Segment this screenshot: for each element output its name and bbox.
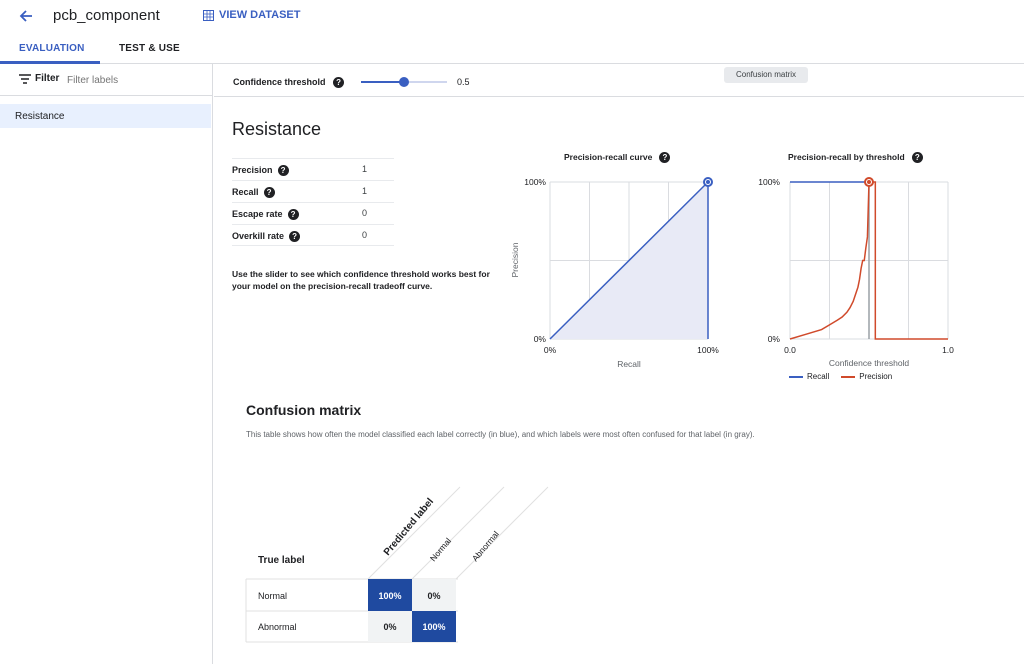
metric-row: Overkill rate ? 0 <box>232 224 394 246</box>
legend-item-precision: Precision <box>841 372 892 381</box>
pr-curve-chart: 100% 0% 0% 100% Recall Precision <box>510 177 719 369</box>
true-label-header: True label <box>258 555 305 566</box>
pr-threshold-title: Precision-recall by threshold ? <box>788 152 923 164</box>
matrix-cell-value: 100% <box>422 622 445 632</box>
help-icon[interactable]: ? <box>333 77 345 89</box>
tab-bar: EVALUATION TEST & USE <box>0 34 1024 64</box>
chart-legend: Recall Precision <box>789 372 892 381</box>
row-label-normal: Normal <box>258 591 287 601</box>
matrix-cell-value: 0% <box>383 622 396 632</box>
help-icon[interactable]: ? <box>911 152 923 164</box>
confusion-matrix: Predicted label Normal Abnormal True lab… <box>245 486 549 643</box>
confusion-matrix-description: This table shows how often the model cla… <box>246 430 755 439</box>
page-title: pcb_component <box>53 7 160 24</box>
help-icon[interactable]: ? <box>263 187 275 199</box>
threshold-slider-fill <box>361 81 404 83</box>
section-title: Resistance <box>232 119 322 139</box>
help-icon[interactable]: ? <box>287 209 299 221</box>
x-tick-left: 0% <box>544 345 557 355</box>
grid-icon <box>203 9 214 21</box>
column-header-abnormal: Abnormal <box>470 529 501 563</box>
filter-icon[interactable] <box>19 74 31 84</box>
row-label-abnormal: Abnormal <box>258 622 297 632</box>
pr-threshold-title-text: Precision-recall by threshold <box>788 152 905 162</box>
x-tick-right: 100% <box>697 345 719 355</box>
predicted-label-header: Predicted label <box>382 496 436 558</box>
legend-item-recall: Recall <box>789 372 829 381</box>
view-dataset-label: VIEW DATASET <box>219 9 301 21</box>
threshold-slider-thumb[interactable] <box>399 77 409 87</box>
metric-row: Recall ? 1 <box>232 180 394 202</box>
y-tick-top: 100% <box>758 177 780 187</box>
sidebar-item-resistance[interactable]: Resistance <box>0 104 211 128</box>
threshold-label-text: Confidence threshold <box>233 77 326 87</box>
tooltip: Confusion matrix <box>724 67 808 83</box>
tab-test-and-use[interactable]: TEST & USE <box>119 43 180 54</box>
label-sidebar: Filter Resistance <box>0 64 213 664</box>
back-arrow-icon[interactable] <box>16 6 36 26</box>
help-icon[interactable]: ? <box>289 231 301 243</box>
y-tick-bottom: 0% <box>768 334 781 344</box>
threshold-value: 0.5 <box>457 77 470 87</box>
confusion-matrix-card: Confusion matrix This table shows how of… <box>232 386 1024 664</box>
metric-label: Recall <box>232 187 259 197</box>
pr-curve-title-text: Precision-recall curve <box>564 152 653 162</box>
metric-value: 0 <box>362 208 368 218</box>
top-bar: pcb_component VIEW DATASET <box>0 0 1024 34</box>
confusion-matrix-title: Confusion matrix <box>246 402 362 418</box>
threshold-hint: Use the slider to see which confidence t… <box>232 269 490 291</box>
pr-curve-title: Precision-recall curve ? <box>564 152 671 164</box>
help-icon[interactable]: ? <box>659 152 671 164</box>
x-axis-label: Recall <box>617 359 641 369</box>
metric-label: Overkill rate <box>232 231 285 241</box>
view-dataset-link[interactable]: VIEW DATASET <box>203 9 300 21</box>
column-header-normal: Normal <box>428 536 453 563</box>
matrix-cell-value: 0% <box>427 591 440 601</box>
threshold-chart-marker-dot <box>867 180 871 184</box>
x-tick-left: 0.0 <box>784 345 796 355</box>
filter-labels-input[interactable] <box>67 71 197 89</box>
pr-threshold-chart: 100% 0% 0.0 1.0 Confidence threshold <box>758 177 954 368</box>
legend-label: Precision <box>859 372 893 381</box>
filter-bar: Filter <box>0 64 213 96</box>
metric-row: Precision ? 1 <box>232 158 394 180</box>
threshold-label: Confidence threshold ? <box>233 77 345 89</box>
y-axis-label: Precision <box>510 242 520 277</box>
pr-curve-marker-dot <box>706 180 710 184</box>
threshold-bar: Confidence threshold ? 0.5 <box>214 64 1024 97</box>
metric-label: Escape rate <box>232 209 283 219</box>
metric-label: Precision <box>232 165 273 175</box>
tab-evaluation[interactable]: EVALUATION <box>19 43 85 54</box>
metric-row: Escape rate ? 0 <box>232 202 394 224</box>
x-tick-right: 1.0 <box>942 345 954 355</box>
metric-value: 1 <box>362 186 368 196</box>
y-tick-bottom: 0% <box>534 334 547 344</box>
legend-label: Recall <box>807 372 830 381</box>
metric-value: 1 <box>362 164 368 174</box>
metric-value: 0 <box>362 230 368 240</box>
filter-label: Filter <box>35 73 60 84</box>
y-tick-top: 100% <box>524 177 546 187</box>
x-axis-label: Confidence threshold <box>829 358 910 368</box>
matrix-cell-value: 100% <box>378 591 401 601</box>
help-icon[interactable]: ? <box>277 165 289 177</box>
metrics-table: Precision ? 1 Recall ? 1 Escape rate ? 0… <box>232 158 394 246</box>
